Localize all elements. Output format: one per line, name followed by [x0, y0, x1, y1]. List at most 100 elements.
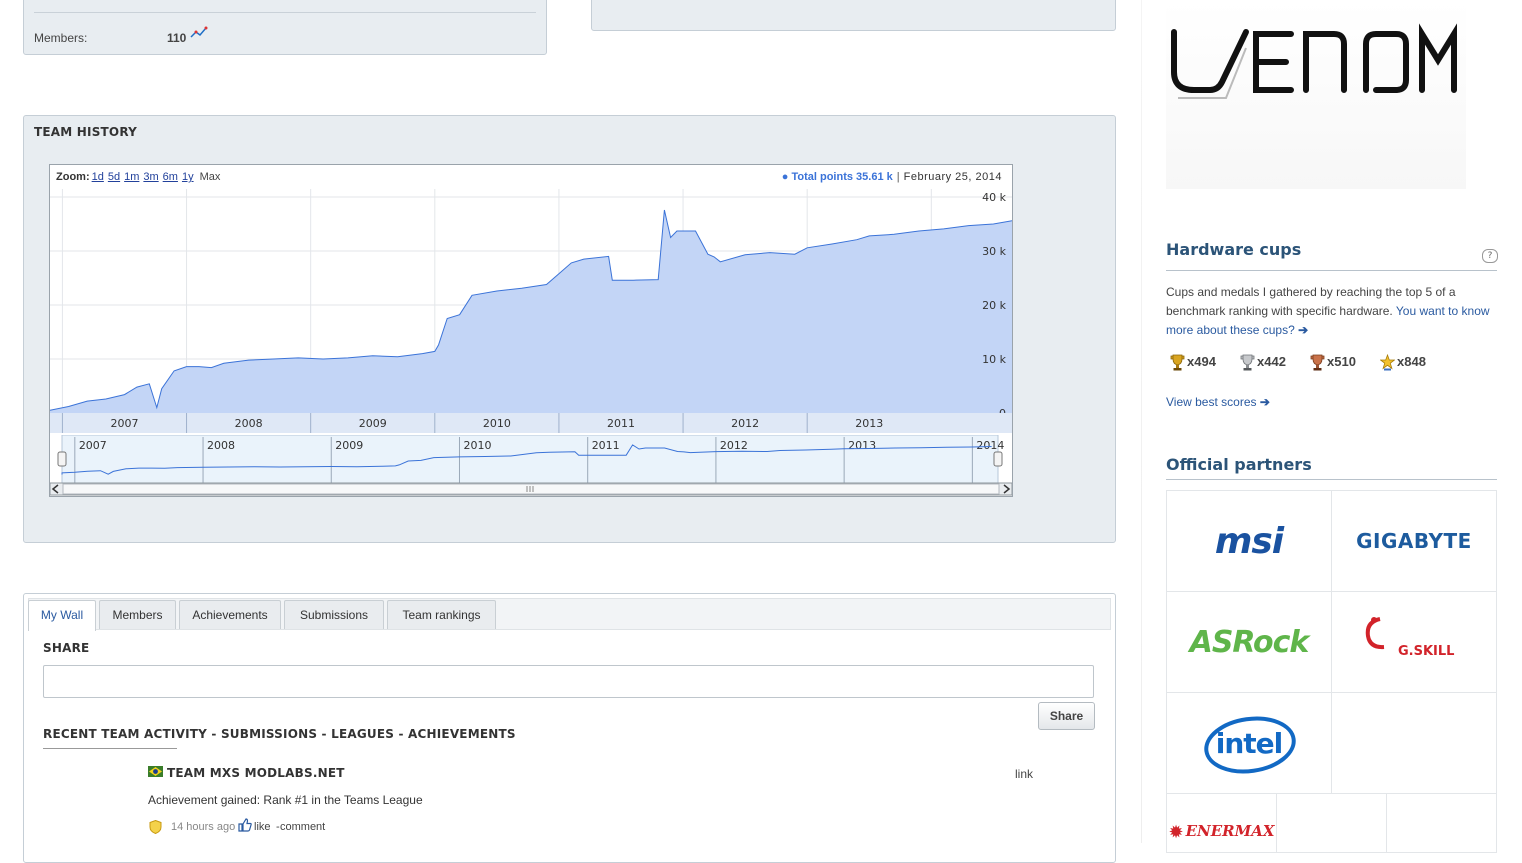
zoom-5d[interactable]: 5d	[108, 171, 120, 183]
zoom-3m[interactable]: 3m	[143, 171, 158, 183]
partner-enermax[interactable]: ✹ ENERMAX	[1166, 793, 1277, 853]
view-best-scores-link[interactable]: View best scores ➔	[1166, 395, 1270, 409]
bronze-cup-value: x510	[1327, 354, 1356, 369]
scrollbar-thumb[interactable]	[62, 483, 1000, 495]
silver-cup-count: x442	[1240, 354, 1286, 371]
chart-navigator[interactable]: 2007 2008 2009 2010 2011 2012 2013 2014	[50, 435, 1012, 496]
y-tick-label: 20 k	[982, 299, 1006, 312]
share-button[interactable]: Share	[1038, 702, 1095, 730]
bronze-cup-count: x510	[1310, 354, 1356, 371]
legend-date: February 25, 2014	[903, 171, 1002, 183]
navigator-year-label: 2008	[207, 439, 235, 452]
comment-link[interactable]: comment	[280, 821, 325, 833]
arrow-right-icon[interactable]: ➔	[1298, 323, 1308, 337]
partners-underline	[1166, 479, 1497, 480]
members-label: Members:	[34, 31, 88, 45]
achievement-shield-icon	[149, 820, 162, 834]
bronze-cup-icon	[1310, 354, 1325, 371]
x-tick-label: 2009	[359, 417, 387, 430]
hardware-cups-underline	[1166, 270, 1497, 271]
partner-slot-7	[1276, 793, 1387, 853]
legend-dot-icon: ●	[781, 171, 789, 183]
partner-msi[interactable]: msi	[1166, 490, 1332, 592]
sidebar-divider	[1141, 0, 1142, 843]
navigator-year-label: 2014	[976, 439, 1004, 452]
x-tick-label: 2008	[235, 417, 263, 430]
legend-series-value: Total points 35.61 k	[791, 171, 893, 183]
like-thumb-icon[interactable]	[238, 818, 252, 832]
main-chart-plot[interactable]: 40 k30 k20 k10 k020072008200920102011201…	[50, 189, 1012, 433]
x-tick-label: 2010	[483, 417, 511, 430]
medal-value: x848	[1397, 354, 1426, 369]
partner-asrock[interactable]: ASRock	[1166, 591, 1332, 693]
navigator-year-label: 2007	[79, 439, 107, 452]
hardware-cups-title: Hardware cups	[1166, 240, 1302, 259]
gold-cup-count: x494	[1170, 354, 1216, 371]
official-partners-title: Official partners	[1166, 455, 1312, 474]
zoom-1m[interactable]: 1m	[124, 171, 139, 183]
team-history-title: TEAM HISTORY	[34, 125, 137, 139]
activity-link[interactable]: link	[1015, 767, 1033, 781]
share-input[interactable]	[43, 665, 1094, 698]
zoom-1y[interactable]: 1y	[182, 171, 194, 183]
gold-cup-value: x494	[1187, 354, 1216, 369]
help-icon[interactable]: ?	[1482, 249, 1498, 263]
partner-gskill[interactable]: G.SKILL	[1331, 591, 1497, 693]
x-tick-label: 2012	[731, 417, 759, 430]
activity-text: Achievement gained: Rank #1 in the Teams…	[148, 793, 423, 807]
series-area	[50, 210, 1012, 413]
members-trend-icon[interactable]	[190, 26, 208, 40]
view-best-scores-label[interactable]: View best scores	[1166, 395, 1257, 409]
team-info-panel: Members: 110	[23, 0, 547, 55]
enermax-gear-icon: ✹	[1168, 822, 1184, 842]
zoom-label: Zoom:	[56, 171, 90, 183]
like-link[interactable]: like	[254, 821, 271, 833]
members-count: 110	[167, 31, 187, 45]
y-tick-label: 30 k	[982, 245, 1006, 258]
navigator-left-handle[interactable]	[57, 451, 67, 467]
partner-slot-8	[1386, 793, 1497, 853]
tab-achievements[interactable]: Achievements	[179, 600, 281, 629]
zoom-6m[interactable]: 6m	[163, 171, 178, 183]
navigator-right-handle[interactable]	[993, 451, 1003, 467]
partner-gigabyte[interactable]: GIGABYTE	[1331, 490, 1497, 592]
zoom-max[interactable]: Max	[200, 171, 221, 183]
share-heading: SHARE	[43, 641, 90, 655]
navigator-year-label: 2012	[720, 439, 748, 452]
chart-legend: ● Total points 35.61 k | February 25, 2014	[782, 171, 1002, 183]
x-tick-label: 2011	[607, 417, 635, 430]
legend-separator: |	[896, 171, 900, 183]
activity-heading: RECENT TEAM ACTIVITY - SUBMISSIONS - LEA…	[43, 727, 516, 741]
msi-logo: msi	[1214, 520, 1284, 562]
activity-team-name[interactable]: TEAM MXS MODLABS.NET	[167, 766, 345, 780]
gold-cup-icon	[1170, 354, 1185, 371]
partner-empty-slot	[1331, 692, 1497, 794]
navigator-year-label: 2009	[335, 439, 363, 452]
team-history-chart: Zoom: 1d 5d 1m 3m 6m 1y Max ● Total points 35.6…	[49, 164, 1013, 497]
y-tick-label: 10 k	[982, 353, 1006, 366]
team-flag-icon	[148, 766, 163, 777]
x-tick-label: 2013	[855, 417, 883, 430]
tab-team-rankings[interactable]: Team rankings	[387, 600, 496, 629]
tab-submissions[interactable]: Submissions	[284, 600, 384, 629]
zoom-controls: Zoom: 1d 5d 1m 3m 6m 1y Max	[56, 171, 220, 183]
tab-my-wall[interactable]: My Wall	[28, 600, 96, 631]
silver-cup-icon	[1240, 354, 1255, 371]
arrow-right-icon[interactable]: ➔	[1260, 395, 1270, 409]
gskill-swirl-icon	[1365, 617, 1385, 650]
intel-logo: intel	[1215, 726, 1284, 760]
asrock-logo: ASRock	[1189, 624, 1310, 660]
gskill-logo: G.SKILL	[1398, 644, 1455, 659]
medal-star-icon	[1380, 354, 1395, 371]
partner-intel[interactable]: intel	[1166, 692, 1332, 794]
navigator-year-label: 2011	[592, 439, 620, 452]
x-tick-label: 2007	[110, 417, 138, 430]
navigator-year-label: 2013	[848, 439, 876, 452]
tab-members[interactable]: Members	[99, 600, 176, 629]
venom-logo-image	[1171, 23, 1457, 99]
y-tick-label: 40 k	[982, 191, 1006, 204]
zoom-1d[interactable]: 1d	[92, 171, 104, 183]
medal-count: x848	[1380, 354, 1426, 371]
team-stats-panel	[591, 0, 1116, 31]
team-logo	[1166, 0, 1466, 189]
